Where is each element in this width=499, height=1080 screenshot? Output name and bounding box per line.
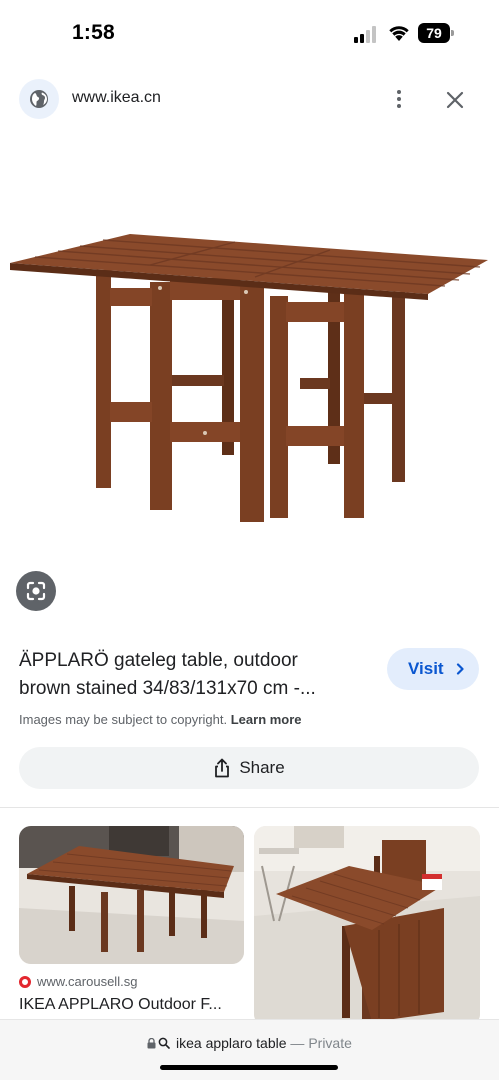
visit-button[interactable]: Visit [387, 648, 479, 690]
related-thumbnail[interactable] [19, 826, 244, 964]
search-icon [158, 1037, 170, 1049]
table-leg [240, 284, 264, 522]
wifi-icon [389, 26, 409, 41]
bottom-address-bar[interactable]: ikea applaro table — Private [0, 1019, 499, 1080]
table-leg [150, 282, 172, 510]
status-time: 1:58 [72, 21, 115, 44]
more-vert-icon[interactable] [388, 86, 410, 112]
bottom-query-row[interactable]: ikea applaro table — Private [0, 1035, 499, 1051]
status-bar: 1:58 79 [0, 0, 499, 70]
source-row: www.carousell.sg [19, 974, 137, 989]
page-url[interactable]: www.ikea.cn [72, 89, 161, 107]
related-title[interactable]: IKEA APPLARO Outdoor F... [19, 996, 244, 1014]
related-thumbnail[interactable] [254, 826, 480, 1026]
table-leg [270, 296, 288, 518]
result-title-line: brown stained 34/83/131x70 cm -... [19, 678, 316, 699]
chevron-right-icon [456, 663, 464, 675]
close-icon[interactable] [443, 88, 467, 112]
visit-label: Visit [408, 659, 444, 678]
site-info-button[interactable] [19, 79, 59, 119]
table-leg [344, 292, 364, 518]
source-domain: www.carousell.sg [37, 974, 138, 989]
copyright-text: Images may be subject to copyright. [19, 712, 228, 727]
divider [0, 807, 499, 808]
result-title[interactable]: ÄPPLARÖ gateleg table, outdoor brown sta… [19, 647, 379, 703]
private-mode-label: Private [308, 1035, 352, 1051]
carousell-favicon-icon [19, 975, 31, 988]
url-header: www.ikea.cn [0, 72, 499, 126]
battery-level: 79 [418, 23, 450, 43]
cellular-signal-icon [354, 25, 380, 43]
table-leg [392, 292, 405, 482]
result-title-line: ÄPPLARÖ gateleg table, outdoor [19, 650, 298, 671]
battery-indicator: 79 [418, 23, 454, 43]
lock-icon [147, 1037, 156, 1049]
separator: — [290, 1035, 305, 1051]
lens-button[interactable] [16, 571, 56, 611]
table-leg [96, 270, 111, 488]
learn-more-link[interactable]: Learn more [231, 712, 302, 727]
product-image[interactable] [0, 200, 499, 530]
share-button[interactable]: Share [19, 747, 479, 789]
home-indicator[interactable] [160, 1065, 338, 1070]
lens-icon [26, 581, 46, 601]
share-icon [215, 758, 230, 778]
globe-icon [30, 90, 48, 108]
copyright-notice: Images may be subject to copyright. Lear… [19, 712, 302, 727]
search-query: ikea applaro table [176, 1035, 287, 1051]
share-label: Share [239, 758, 285, 777]
